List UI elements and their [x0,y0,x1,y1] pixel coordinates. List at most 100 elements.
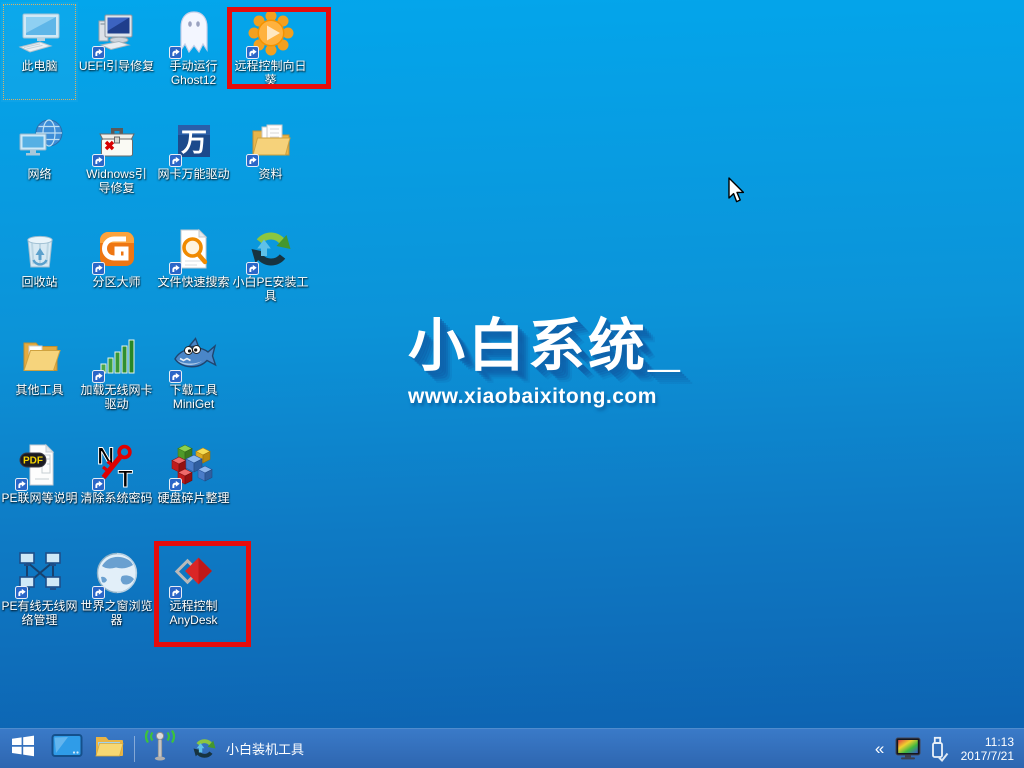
desktop-icon-label: 网络 [1,167,78,181]
taskbar-app-label: 小白装机工具 [226,739,304,758]
pc-monitor-icon [93,9,141,57]
browser-globe-icon [93,549,141,597]
desktop-icon-wireless-nic-driver[interactable]: 加载无线网卡 驱动 [78,326,155,426]
desktop-icon-this-pc[interactable]: 此电脑 [1,2,78,102]
tray-time: 11:13 [961,735,1014,749]
desktop-icon-label: Widnows引 导修复 [78,167,155,195]
svg-text:万: 万 [180,127,206,157]
system-tray: « [867,729,1024,768]
shortcut-arrow-badge [169,262,182,275]
desktop-icon-remote-anydesk[interactable]: 远程控制 AnyDesk [155,542,232,642]
desktop-icon-label: 手动运行 Ghost12 [155,59,232,87]
system-logo: 小白系统_ www.xiaobaixitong.com [408,318,708,409]
windows-logo-icon [9,732,37,765]
antenna-icon [142,729,178,768]
display-settings-tray-icon[interactable] [893,729,923,768]
desktop-icon-label: 其他工具 [1,383,78,397]
shortcut-arrow-badge [15,478,28,491]
desktop-icon-run-ghost12[interactable]: 手动运行 Ghost12 [155,2,232,102]
desktop-icon-file-quick-search[interactable]: 文件快速搜索 [155,218,232,318]
show-desktop-button[interactable] [46,729,88,768]
file-search-icon [170,225,218,273]
desktop-icon-miniget-downloader[interactable]: 下载工具 MiniGet [155,326,232,426]
signal-bars-icon [93,333,141,381]
shortcut-arrow-badge [15,586,28,599]
desktop-icon-label: 资料 [232,167,309,181]
desktop-icon-disk-defrag[interactable]: 硬盘碎片整理 [155,434,232,534]
shortcut-arrow-badge [169,478,182,491]
sync-arrows-icon [191,735,218,762]
svg-text:T: T [118,466,133,489]
recycle-bin-icon [16,225,64,273]
shortcut-arrow-badge [246,46,259,59]
shortcut-arrow-badge [169,370,182,383]
desktop-icon-other-tools[interactable]: 其他工具 [1,326,78,426]
lan-nodes-icon [16,549,64,597]
logo-underscore: _ [648,314,683,378]
desktop-icon-recycle-bin[interactable]: 回收站 [1,218,78,318]
start-button[interactable] [0,729,46,768]
folder-docs-icon [247,117,295,165]
toolbox-icon [93,117,141,165]
shortcut-arrow-badge [92,46,105,59]
desktop-icon-windows-boot-repair[interactable]: Widnows引 导修复 [78,110,155,210]
wireless-antenna-button[interactable] [139,729,181,768]
shortcut-arrow-badge [246,262,259,275]
desktop-monitor-icon [51,733,83,764]
desktop-icon-label: 清除系统密码 [78,491,155,505]
taskbar: 小白装机工具 « [0,728,1024,768]
sunflower-icon [247,9,295,57]
desktop-icon-pe-network-guide[interactable]: PDF PE联网等说明 [1,434,78,534]
ghost-icon [170,9,218,57]
tray-date: 2017/7/21 [961,749,1014,763]
shortcut-arrow-badge [169,154,182,167]
pdf-doc-icon: PDF [16,441,64,489]
desktop-icon-pe-network-manager[interactable]: PE有线无线网 络管理 [1,542,78,642]
network-globe-icon [16,117,64,165]
desktop-icon-label: 远程控制向日 葵 [232,59,309,87]
shortcut-arrow-badge [92,154,105,167]
desktop-icon-label: 分区大师 [78,275,155,289]
diskgenius-icon [93,225,141,273]
desktop-icon-label: PE联网等说明 [1,491,78,505]
taskbar-separator [134,736,135,762]
desktop-icon-world-window-browser[interactable]: 世界之窗浏览 器 [78,542,155,642]
desktop-icon-label: 文件快速搜索 [155,275,232,289]
tray-clock[interactable]: 11:13 2017/7/21 [953,735,1024,763]
desktop-icon-grid: 此电脑UEFI引导修复手动运行 Ghost12远程控制向日 葵网络Widnows… [0,0,340,700]
nt-key-icon: NT [93,441,141,489]
shark-icon [170,333,218,381]
desktop-icon-label: 小白PE安装工 具 [232,275,309,303]
svg-text:PDF: PDF [23,456,43,467]
folder-icon [94,733,124,764]
usb-device-tray-icon[interactable] [923,729,953,768]
desktop-icon-uefi-boot-repair[interactable]: UEFI引导修复 [78,2,155,102]
desktop-icon-label: PE有线无线网 络管理 [1,599,78,627]
desktop-icon-materials[interactable]: 资料 [232,110,309,210]
desktop-icon-label: UEFI引导修复 [78,59,155,73]
shortcut-arrow-badge [169,586,182,599]
desktop-icon-network[interactable]: 网络 [1,110,78,210]
shortcut-arrow-badge [169,46,182,59]
desktop-icon-clear-system-password[interactable]: NT 清除系统密码 [78,434,155,534]
desktop-icon-remote-sunflower[interactable]: 远程控制向日 葵 [232,2,309,102]
desktop-icon-label: 世界之窗浏览 器 [78,599,155,627]
defrag-cubes-icon [170,441,218,489]
desktop: 此电脑UEFI引导修复手动运行 Ghost12远程控制向日 葵网络Widnows… [0,0,1024,768]
shortcut-arrow-badge [92,370,105,383]
xiaobai-tool-taskbar-button[interactable]: 小白装机工具 [181,729,314,768]
tray-collapse-chevron-icon[interactable]: « [867,729,893,768]
desktop-icon-label: 硬盘碎片整理 [155,491,232,505]
mouse-cursor [727,177,747,207]
desktop-icon-partition-master[interactable]: 分区大师 [78,218,155,318]
shortcut-arrow-badge [92,478,105,491]
desktop-icon-nic-universal-driver[interactable]: 万网卡万能驱动 [155,110,232,210]
shortcut-arrow-badge [92,262,105,275]
shortcut-arrow-badge [246,154,259,167]
anydesk-icon [170,549,218,597]
file-explorer-button[interactable] [88,729,130,768]
desktop-icon-xiaobai-pe-installer[interactable]: 小白PE安装工 具 [232,218,309,318]
shortcut-arrow-badge [92,586,105,599]
desktop-icon-label: 远程控制 AnyDesk [155,599,232,627]
desktop-icon-label: 此电脑 [1,59,78,73]
